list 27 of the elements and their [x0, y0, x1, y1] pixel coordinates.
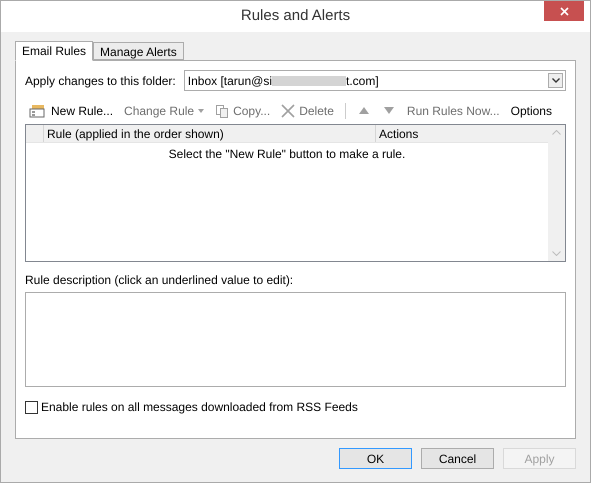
copy-icon [215, 104, 230, 118]
chevron-down-icon [552, 78, 560, 83]
toolbar-button[interactable]: Options [506, 102, 556, 120]
close-button[interactable] [544, 1, 584, 21]
window-title: Rules and Alerts [240, 6, 350, 26]
dropdown-button[interactable] [548, 73, 563, 88]
down-arrow-icon [384, 107, 394, 114]
checkbox[interactable] [25, 400, 38, 414]
checkbox-label: Enable rules on all messages downloaded from RSS Feeds [41, 399, 358, 416]
caret-icon [198, 108, 204, 112]
empty-message: Select the "New Rule" button to make a rule. [168, 146, 406, 163]
toolbar-button[interactable]: New Rule... [25, 102, 118, 120]
column-header[interactable]: Rule (applied in the order shown) [44, 125, 376, 142]
folder-dropdown[interactable]: Inbox [tarun@si t.com] [184, 70, 566, 91]
up-arrow-icon [358, 107, 369, 114]
tab[interactable]: Email Rules [15, 41, 94, 61]
column-header[interactable]: Actions [376, 125, 548, 142]
dialog-button[interactable]: Cancel [421, 448, 494, 469]
folder-icon [29, 104, 47, 118]
delete-icon [281, 104, 296, 118]
close-icon [560, 6, 568, 16]
folder-value: Inbox [tarun@si [188, 72, 272, 90]
tab[interactable]: Manage Alerts [93, 42, 184, 60]
description-label: Rule description (click an underlined value to edit): [25, 272, 294, 289]
folder-label: Apply changes to this folder: [25, 72, 176, 90]
folder-value: t.com] [346, 72, 379, 90]
dialog-button[interactable]: OK [339, 448, 412, 469]
